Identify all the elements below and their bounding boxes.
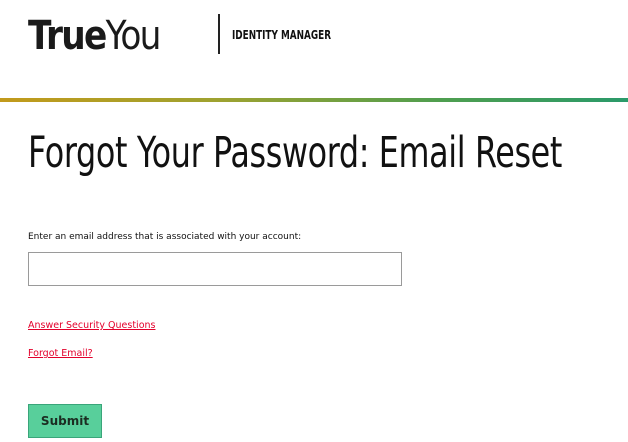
email-input[interactable]	[28, 252, 402, 286]
page-title: Forgot Your Password: Email Reset	[28, 128, 563, 178]
logo-strong: True	[28, 13, 107, 59]
submit-button[interactable]: Submit	[28, 404, 102, 438]
answer-security-questions-link[interactable]: Answer Security Questions	[28, 320, 155, 331]
app-subtitle: IDENTITY MANAGER	[232, 28, 332, 42]
page: TrueYou IDENTITY MANAGER Forgot Your Pas…	[0, 0, 628, 442]
header-gradient-rule	[0, 98, 628, 102]
forgot-email-link[interactable]: Forgot Email?	[28, 348, 93, 359]
email-instructions: Enter an email address that is associate…	[28, 232, 302, 242]
header: TrueYou	[28, 6, 181, 66]
header-divider	[218, 14, 220, 54]
logo-light: You	[105, 13, 162, 59]
logo: TrueYou	[28, 13, 162, 59]
